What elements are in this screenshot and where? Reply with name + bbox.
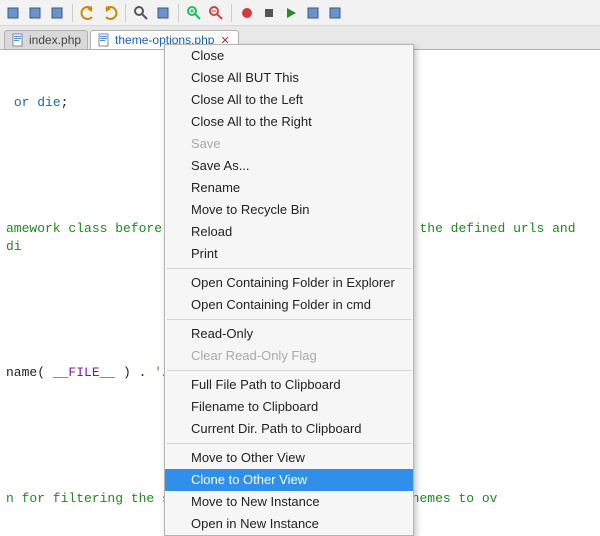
menu-item-full-file-path-to-clipboard[interactable]: Full File Path to Clipboard bbox=[165, 374, 413, 396]
menu-item-print[interactable]: Print bbox=[165, 243, 413, 265]
menu-item-reload[interactable]: Reload bbox=[165, 221, 413, 243]
toolbar-separator bbox=[231, 4, 232, 22]
menu-item-rename[interactable]: Rename bbox=[165, 177, 413, 199]
toolbar-separator bbox=[178, 4, 179, 22]
zoom-out-icon[interactable] bbox=[207, 4, 225, 22]
menu-separator bbox=[167, 268, 411, 269]
toolbar-separator bbox=[72, 4, 73, 22]
cut-icon[interactable] bbox=[4, 4, 22, 22]
menu-item-open-in-new-instance[interactable]: Open in New Instance bbox=[165, 513, 413, 535]
fast-forward-icon[interactable] bbox=[304, 4, 322, 22]
play-icon[interactable] bbox=[282, 4, 300, 22]
tab-index-php[interactable]: index.php bbox=[4, 30, 88, 49]
menu-item-open-containing-folder-in-explorer[interactable]: Open Containing Folder in Explorer bbox=[165, 272, 413, 294]
menu-item-move-to-new-instance[interactable]: Move to New Instance bbox=[165, 491, 413, 513]
menu-item-save-as[interactable]: Save As... bbox=[165, 155, 413, 177]
menu-item-read-only[interactable]: Read-Only bbox=[165, 323, 413, 345]
undo-icon[interactable] bbox=[79, 4, 97, 22]
zoom-in-icon[interactable] bbox=[185, 4, 203, 22]
menu-item-clone-to-other-view[interactable]: Clone to Other View bbox=[165, 469, 413, 491]
save-macro-icon[interactable] bbox=[326, 4, 344, 22]
menu-item-clear-read-only-flag: Clear Read-Only Flag bbox=[165, 345, 413, 367]
menu-item-current-dir-path-to-clipboard[interactable]: Current Dir. Path to Clipboard bbox=[165, 418, 413, 440]
menu-item-open-containing-folder-in-cmd[interactable]: Open Containing Folder in cmd bbox=[165, 294, 413, 316]
redo-icon[interactable] bbox=[101, 4, 119, 22]
menu-item-save: Save bbox=[165, 133, 413, 155]
replace-icon[interactable] bbox=[154, 4, 172, 22]
menu-item-close-all-but-this[interactable]: Close All BUT This bbox=[165, 67, 413, 89]
file-icon bbox=[11, 33, 25, 47]
tab-context-menu: CloseClose All BUT ThisClose All to the … bbox=[164, 44, 414, 536]
tab-label: index.php bbox=[29, 33, 81, 47]
stop-record-icon[interactable] bbox=[260, 4, 278, 22]
toolbar bbox=[0, 0, 600, 26]
menu-item-move-to-recycle-bin[interactable]: Move to Recycle Bin bbox=[165, 199, 413, 221]
toolbar-separator bbox=[125, 4, 126, 22]
menu-item-filename-to-clipboard[interactable]: Filename to Clipboard bbox=[165, 396, 413, 418]
paste-icon[interactable] bbox=[48, 4, 66, 22]
menu-separator bbox=[167, 370, 411, 371]
menu-item-close-all-to-the-left[interactable]: Close All to the Left bbox=[165, 89, 413, 111]
find-icon[interactable] bbox=[132, 4, 150, 22]
menu-separator bbox=[167, 319, 411, 320]
copy-icon[interactable] bbox=[26, 4, 44, 22]
menu-item-move-to-other-view[interactable]: Move to Other View bbox=[165, 447, 413, 469]
menu-item-close[interactable]: Close bbox=[165, 45, 413, 67]
menu-item-close-all-to-the-right[interactable]: Close All to the Right bbox=[165, 111, 413, 133]
menu-separator bbox=[167, 443, 411, 444]
record-icon[interactable] bbox=[238, 4, 256, 22]
file-icon bbox=[97, 33, 111, 47]
